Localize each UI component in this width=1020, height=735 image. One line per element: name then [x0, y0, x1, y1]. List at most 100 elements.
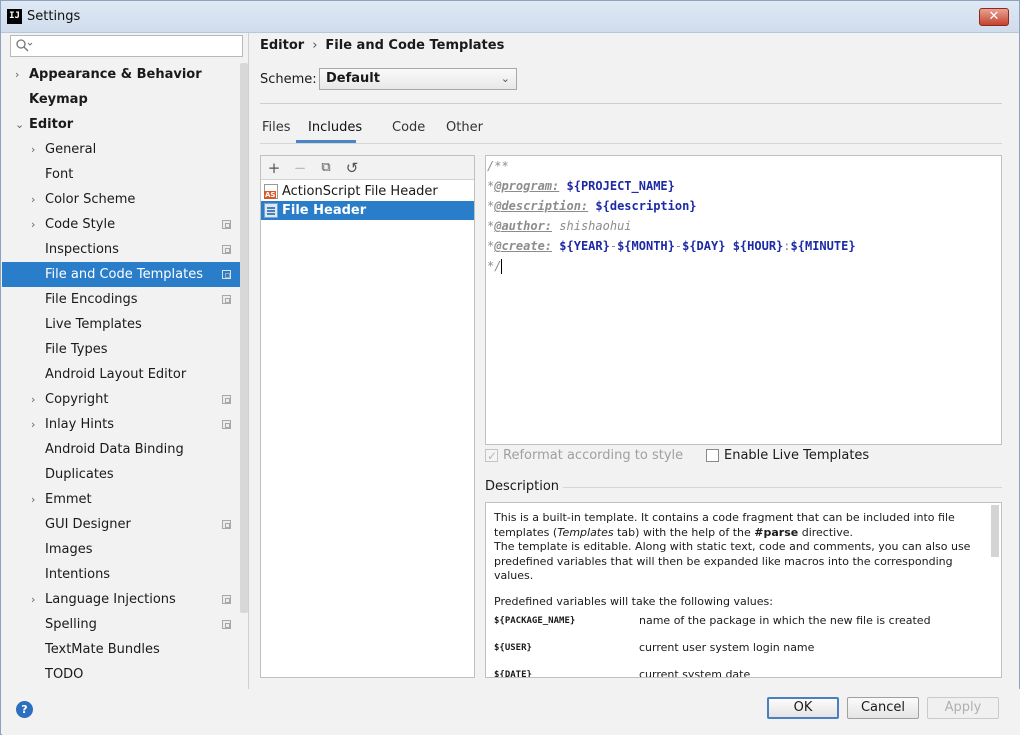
- code-variable: ${DAY}: [682, 239, 726, 253]
- reformat-checkbox[interactable]: ✓: [485, 449, 498, 463]
- sidebar-item-textmate-bundles[interactable]: TextMate Bundles: [2, 637, 240, 662]
- chevron-right-icon[interactable]: ›: [31, 487, 43, 512]
- settings-window: IJ Settings ✕ › Appearance & Behavior Keym…: [0, 0, 1020, 735]
- remove-template-button[interactable]: −: [290, 158, 310, 178]
- settings-search-input[interactable]: [10, 35, 243, 57]
- tab-other[interactable]: Other: [446, 117, 483, 143]
- breadcrumb-separator: ›: [312, 38, 318, 53]
- sidebar-item-color-scheme[interactable]: › Color Scheme: [2, 187, 240, 212]
- live-templates-checkbox-row: Enable Live Templates: [706, 447, 876, 465]
- sidebar-item-android-data-binding[interactable]: Android Data Binding: [2, 437, 240, 462]
- template-list-toolbar: + − ⧉ ↺: [261, 156, 474, 180]
- description-text: directive.: [798, 525, 853, 539]
- sidebar-item-label: Editor: [29, 117, 74, 132]
- description-emphasis: Templates: [557, 525, 614, 539]
- sidebar-item-font[interactable]: Font: [2, 162, 240, 187]
- ok-button[interactable]: OK: [767, 697, 839, 719]
- project-scope-icon: [222, 395, 231, 404]
- project-scope-icon: [222, 270, 231, 279]
- sidebar-item-live-templates[interactable]: Live Templates: [2, 312, 240, 337]
- tab-includes[interactable]: Includes: [296, 117, 362, 143]
- sidebar-item-file-types[interactable]: File Types: [2, 337, 240, 362]
- sidebar-item-inspections[interactable]: Inspections: [2, 237, 240, 262]
- help-icon[interactable]: ?: [16, 701, 33, 718]
- sidebar-item-copyright[interactable]: › Copyright: [2, 387, 240, 412]
- sidebar-item-file-encodings[interactable]: File Encodings: [2, 287, 240, 312]
- sidebar-item-label: File and Code Templates: [45, 267, 203, 282]
- intellij-app-icon: IJ: [7, 9, 22, 24]
- settings-sidebar: › Appearance & Behavior Keymap ⌄ Editor › Gene…: [2, 33, 249, 689]
- settings-content: Editor › File and Code Templates Scheme: D…: [250, 33, 1020, 689]
- sidebar-scrollbar[interactable]: [240, 63, 248, 613]
- sidebar-item-code-style[interactable]: › Code Style: [2, 212, 240, 237]
- dialog-footer: ? OK Cancel Apply: [2, 689, 1020, 735]
- sidebar-item-inlay-hints[interactable]: › Inlay Hints: [2, 412, 240, 437]
- code-tag: @create:: [494, 239, 553, 253]
- chevron-right-icon[interactable]: ›: [31, 387, 43, 412]
- text-cursor: [501, 259, 503, 274]
- cancel-button[interactable]: Cancel: [847, 697, 919, 719]
- sidebar-item-images[interactable]: Images: [2, 537, 240, 562]
- code-variable: ${description}: [595, 199, 697, 213]
- sidebar-item-spelling[interactable]: Spelling: [2, 612, 240, 637]
- sidebar-item-label: Inspections: [45, 242, 119, 257]
- chevron-right-icon[interactable]: ›: [31, 187, 43, 212]
- sidebar-item-language-injections[interactable]: › Language Injections: [2, 587, 240, 612]
- sidebar-item-label: Copyright: [45, 392, 109, 407]
- chevron-right-icon[interactable]: ›: [15, 62, 27, 87]
- chevron-right-icon[interactable]: ›: [31, 412, 43, 437]
- sidebar-item-general[interactable]: › General: [2, 137, 240, 162]
- sidebar-item-intentions[interactable]: Intentions: [2, 562, 240, 587]
- breadcrumb-parent[interactable]: Editor: [260, 38, 304, 53]
- scheme-dropdown[interactable]: Default ⌄: [319, 68, 517, 90]
- chevron-right-icon[interactable]: ›: [31, 137, 43, 162]
- sidebar-item-android-layout-editor[interactable]: Android Layout Editor: [2, 362, 240, 387]
- copy-template-button[interactable]: ⧉: [316, 158, 336, 178]
- template-item-actionscript-file-header[interactable]: AS ActionScript File Header: [261, 182, 474, 201]
- variable-description: name of the package in which the new fil…: [639, 613, 931, 627]
- actionscript-badge: AS: [264, 191, 277, 199]
- window-close-button[interactable]: ✕: [979, 8, 1009, 26]
- apply-button[interactable]: Apply: [927, 697, 999, 719]
- sidebar-item-keymap[interactable]: Keymap: [2, 87, 240, 112]
- variable-name: ${DATE}: [494, 669, 532, 678]
- live-templates-checkbox[interactable]: [706, 449, 719, 462]
- sidebar-item-editor[interactable]: ⌄ Editor: [2, 112, 240, 137]
- chevron-down-icon[interactable]: ⌄: [15, 112, 27, 137]
- template-code-editor[interactable]: /** *@program: ${PROJECT_NAME} *@descrip…: [485, 155, 1002, 445]
- search-icon: [16, 39, 33, 52]
- live-templates-label: Enable Live Templates: [724, 448, 870, 463]
- sidebar-item-label: File Types: [45, 342, 108, 357]
- sidebar-item-label: GUI Designer: [45, 517, 131, 532]
- description-scrollbar[interactable]: [991, 505, 999, 557]
- sidebar-item-todo[interactable]: TODO: [2, 662, 240, 687]
- breadcrumb-current: File and Code Templates: [325, 38, 505, 53]
- template-list-panel: + − ⧉ ↺ AS ActionScript File Header File…: [260, 155, 475, 678]
- tab-files[interactable]: Files: [262, 117, 291, 143]
- sidebar-item-label: General: [45, 142, 97, 157]
- variable-row: ${USER} current user system login name: [494, 637, 971, 664]
- variable-row: ${PACKAGE_NAME} name of the package in w…: [494, 610, 971, 637]
- add-template-button[interactable]: +: [264, 158, 284, 178]
- reset-template-button[interactable]: ↺: [342, 158, 362, 178]
- chevron-right-icon[interactable]: ›: [31, 212, 43, 237]
- sidebar-item-label: Appearance & Behavior: [29, 67, 202, 82]
- sidebar-item-gui-designer[interactable]: GUI Designer: [2, 512, 240, 537]
- sidebar-item-duplicates[interactable]: Duplicates: [2, 462, 240, 487]
- variable-description: current user system login name: [639, 640, 815, 654]
- variable-row: ${DATE} current system date: [494, 664, 971, 678]
- sidebar-item-file-and-code-templates[interactable]: File and Code Templates: [2, 262, 240, 287]
- sidebar-item-label: Images: [45, 542, 93, 557]
- reformat-label: Reformat according to style: [503, 448, 684, 463]
- sidebar-item-emmet[interactable]: › Emmet: [2, 487, 240, 512]
- template-item-file-header[interactable]: File Header: [261, 201, 474, 220]
- chevron-right-icon[interactable]: ›: [31, 587, 43, 612]
- description-paragraph: The template is editable. Along with sta…: [494, 540, 971, 583]
- project-scope-icon: [222, 220, 231, 229]
- variable-name: ${USER}: [494, 642, 532, 653]
- tab-code[interactable]: Code: [392, 117, 425, 143]
- checkmark-icon: ✓: [487, 449, 498, 463]
- sidebar-item-appearance-behavior[interactable]: › Appearance & Behavior: [2, 62, 240, 87]
- code-line-4: *@author: shishaohui: [487, 216, 632, 236]
